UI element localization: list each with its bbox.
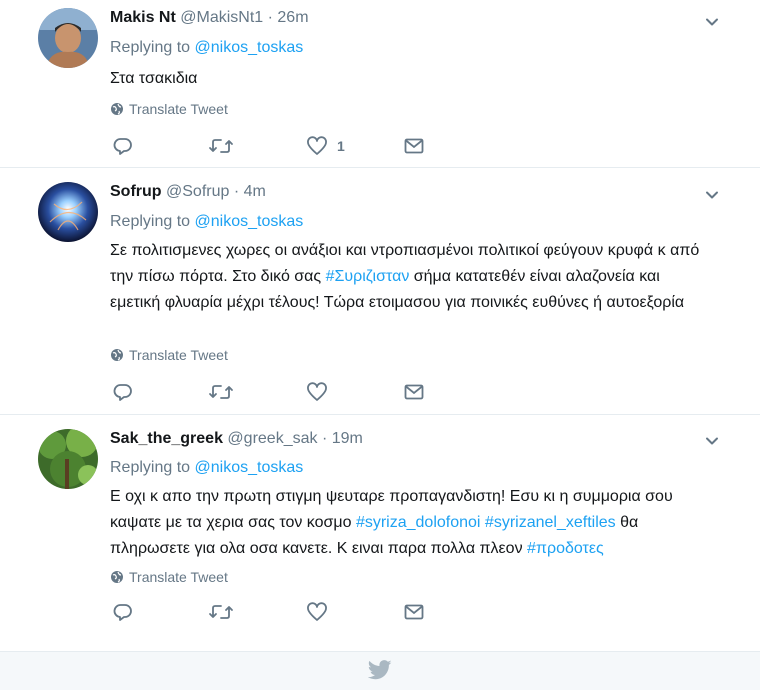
retweet-icon [209, 139, 233, 153]
separator-dot: · [267, 9, 273, 26]
globe-icon [111, 349, 123, 361]
replying-to: Replying to @nikos_toskas [110, 459, 303, 477]
reply-button[interactable] [112, 600, 134, 624]
translate-tweet-link[interactable]: Translate Tweet [110, 347, 228, 363]
display-name[interactable]: Makis Nt [110, 9, 176, 26]
mention-link[interactable]: @nikos_toskas [195, 459, 304, 476]
translate-label: Translate Tweet [129, 347, 228, 363]
direct-message-button[interactable] [403, 134, 425, 158]
user-handle[interactable]: @Sofrup [166, 183, 229, 200]
envelope-icon [404, 138, 424, 154]
separator-dot: · [233, 183, 240, 200]
hashtag-link[interactable]: #syrizanel_xeftiles [485, 514, 616, 531]
tweet-text: Στα τσακιδια [110, 66, 710, 92]
reply-icon [113, 384, 132, 401]
heart-icon [307, 602, 327, 621]
retweet-button[interactable] [208, 380, 234, 404]
tweet-text-segment: Στα τσακιδια [110, 70, 198, 87]
heart-icon [307, 382, 327, 401]
tweet-3[interactable]: Sak_the_greek @greek_sak · 19m Replying … [0, 415, 760, 651]
envelope-icon [404, 604, 424, 620]
retweet-icon [209, 385, 233, 399]
reply-button[interactable] [112, 380, 134, 404]
replying-to-label: Replying to [110, 39, 191, 56]
translate-label: Translate Tweet [129, 569, 228, 585]
avatar[interactable] [38, 182, 98, 242]
direct-message-button[interactable] [403, 600, 425, 624]
retweet-button[interactable] [208, 134, 234, 158]
tweet-1[interactable]: Makis Nt @MakisNt1 · 26m Replying to @ni… [0, 0, 760, 168]
replying-to: Replying to @nikos_toskas [110, 213, 303, 231]
reply-icon [113, 138, 132, 155]
timestamp[interactable]: 26m [277, 9, 308, 26]
hashtag-link[interactable]: #προδοτες [527, 540, 604, 557]
timestamp[interactable]: 19m [332, 430, 363, 447]
avatar[interactable] [38, 429, 98, 489]
globe-icon [111, 103, 123, 115]
timeline-footer [0, 651, 760, 690]
hashtag-link[interactable]: #syriza_dolofonoi [356, 514, 481, 531]
translate-tweet-link[interactable]: Translate Tweet [110, 569, 228, 585]
like-button[interactable] [306, 380, 337, 404]
tweet-actions [110, 380, 450, 404]
tweet-header: Sofrup @Sofrup · 4m [110, 183, 266, 201]
reply-icon [113, 604, 132, 621]
tweet-header: Sak_the_greek @greek_sak · 19m [110, 430, 363, 448]
hashtag-link[interactable]: #Συριζισταν [326, 268, 410, 285]
display-name[interactable]: Sak_the_greek [110, 430, 223, 447]
mention-link[interactable]: @nikos_toskas [195, 39, 304, 56]
translate-tweet-link[interactable]: Translate Tweet [110, 101, 228, 117]
tweet-2[interactable]: Sofrup @Sofrup · 4m Replying to @nikos_t… [0, 168, 760, 415]
translate-label: Translate Tweet [129, 101, 228, 117]
tweet-header: Makis Nt @MakisNt1 · 26m [110, 9, 309, 27]
display-name[interactable]: Sofrup [110, 183, 162, 200]
twitter-bird-icon [367, 659, 392, 686]
timestamp[interactable]: 4m [244, 183, 266, 200]
user-handle[interactable]: @MakisNt1 [180, 9, 263, 26]
tweet-actions: 1 [110, 134, 450, 158]
replying-to-label: Replying to [110, 459, 191, 476]
like-button[interactable] [306, 600, 337, 624]
chevron-down-icon[interactable] [702, 431, 722, 451]
user-handle[interactable]: @greek_sak [227, 430, 317, 447]
retweet-button[interactable] [208, 600, 234, 624]
direct-message-button[interactable] [403, 380, 425, 404]
tweet-actions [110, 600, 450, 624]
retweet-icon [209, 605, 233, 619]
envelope-icon [404, 384, 424, 400]
mention-link[interactable]: @nikos_toskas [195, 213, 304, 230]
separator-dot: · [321, 430, 328, 447]
tweet-text: Σε πολιτισμενες χωρες οι ανάξιοι και ντρ… [110, 238, 710, 316]
reply-button[interactable] [112, 134, 134, 158]
heart-icon [307, 136, 327, 155]
avatar[interactable] [38, 8, 98, 68]
chevron-down-icon[interactable] [702, 12, 722, 32]
replying-to: Replying to @nikos_toskas [110, 39, 303, 57]
chevron-down-icon[interactable] [702, 185, 722, 205]
like-count: 1 [337, 138, 345, 154]
replying-to-label: Replying to [110, 213, 191, 230]
like-button[interactable]: 1 [306, 134, 345, 158]
tweet-text: Ε οχι κ απο την πρωτη στιγμη ψευταρε προ… [110, 484, 710, 562]
globe-icon [111, 571, 123, 583]
